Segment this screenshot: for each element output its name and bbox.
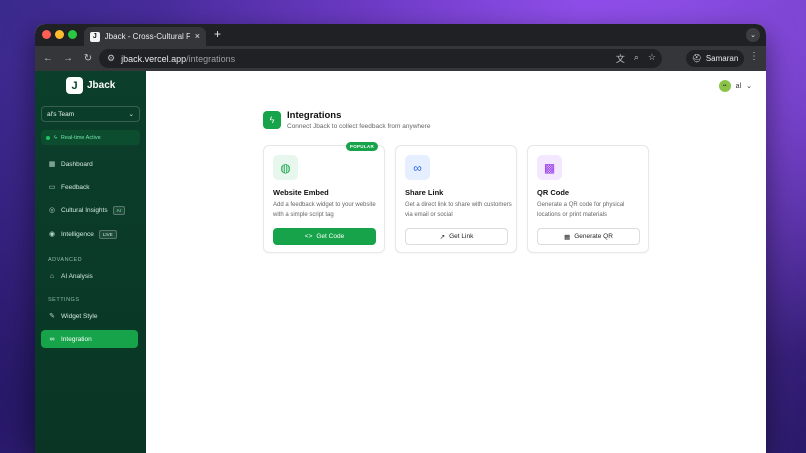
sidebar-item-widget-style[interactable]: ✎ Widget Style [41, 307, 138, 325]
sidebar-item-label: AI Analysis [61, 272, 93, 280]
qr-code-icon: ▦ [564, 233, 571, 241]
tab-search-icon[interactable]: ⌄ [746, 28, 760, 42]
maximize-window-button[interactable] [68, 30, 77, 39]
profile-name: Samaran [705, 54, 739, 63]
translate-icon[interactable]: 文 [616, 52, 625, 65]
main-content: •• al ⌄ ϟ Integrations Connect Jback to … [146, 71, 766, 453]
realtime-status: ϟ Real-time Active [41, 130, 140, 145]
browser-menu-icon[interactable]: ⋮ [749, 51, 759, 62]
user-name: al [735, 82, 742, 90]
get-code-button[interactable]: <> Get Code [273, 228, 376, 245]
bookmark-star-icon[interactable]: ☆ [648, 52, 656, 65]
pulse-icon: ϟ [54, 134, 57, 141]
ai-badge: AI [112, 205, 125, 215]
get-link-button[interactable]: ↗ Get Link [405, 228, 508, 245]
address-bar[interactable]: ⚙ jback.vercel.app/integrations 文 ⌕ ☆ [99, 49, 662, 68]
section-label-settings: SETTINGS [48, 297, 80, 303]
realtime-label: Real-time Active [60, 134, 101, 141]
qr-code-icon: ▩ [537, 155, 562, 180]
forward-icon[interactable]: → [61, 53, 75, 64]
site-info-icon[interactable]: ⚙ [107, 53, 115, 64]
page-title: Integrations [287, 110, 342, 121]
link-icon: ∞ [405, 155, 430, 180]
code-icon: <> [304, 233, 313, 240]
robot-icon: ⌂ [49, 272, 55, 280]
popular-badge: POPULAR [345, 142, 378, 151]
sidebar-item-label: Widget Style [61, 312, 98, 320]
chevron-down-icon: ⌄ [128, 111, 134, 118]
card-title: Share Link [405, 188, 444, 197]
globe-icon: ◍ [273, 155, 298, 180]
page-header: ϟ Integrations Connect Jback to collect … [263, 110, 430, 130]
card-title: Website Embed [273, 188, 329, 197]
incognito-icon: ⛑ [691, 54, 702, 63]
status-dot [46, 135, 50, 140]
app-container: J Jback al's Team ⌄ ϟ Real-time Active ▦… [35, 71, 766, 453]
card-description: Get a direct link to share with customer… [405, 202, 512, 218]
page-subtitle: Connect Jback to collect feedback from a… [287, 123, 431, 130]
sidebar-item-ai-analysis[interactable]: ⌂ AI Analysis [41, 267, 138, 285]
minimize-window-button[interactable] [55, 30, 64, 39]
palette-icon: ✎ [49, 313, 55, 320]
tab-title: Jback - Cross-Cultural Feedb [104, 32, 190, 41]
sidebar-item-dashboard[interactable]: ▦ Dashboard [41, 155, 138, 173]
browser-tab[interactable]: J Jback - Cross-Cultural Feedb × [84, 27, 206, 46]
generate-qr-button[interactable]: ▦ Generate QR [537, 228, 640, 245]
card-description: Generate a QR code for physical location… [537, 202, 625, 218]
button-label: Get Link [449, 233, 474, 240]
target-icon: ◉ [48, 231, 56, 238]
link-icon: ∞ [49, 335, 55, 343]
brand-logo: J [66, 77, 83, 94]
profile-button[interactable]: ⛑ Samaran [686, 50, 744, 67]
integration-card-share-link: ∞ Share Link Get a direct link to share … [395, 145, 517, 253]
browser-window: J Jback - Cross-Cultural Feedb × + ⌄ ← →… [35, 24, 766, 453]
new-tab-button[interactable]: + [214, 28, 221, 40]
card-title: QR Code [537, 188, 570, 197]
button-label: Generate QR [574, 233, 613, 240]
sidebar-item-label: Cultural Insights [61, 206, 108, 214]
sidebar-item-cultural-insights[interactable]: ◎ Cultural Insights AI [41, 201, 138, 219]
user-menu[interactable]: •• al ⌄ [718, 80, 752, 92]
sidebar-item-label: Dashboard [61, 160, 93, 168]
sidebar-item-label: Feedback [61, 183, 90, 191]
lightning-icon: ϟ [263, 111, 281, 129]
sidebar-item-integration[interactable]: ∞ Integration [41, 330, 138, 348]
chat-icon: ▭ [48, 184, 56, 191]
sidebar-item-label: Integration [61, 335, 92, 343]
integration-card-website-embed: POPULAR ◍ Website Embed Add a feedback w… [263, 142, 385, 253]
close-window-button[interactable] [42, 30, 51, 39]
sidebar: J Jback al's Team ⌄ ϟ Real-time Active ▦… [35, 71, 146, 453]
button-label: Get Code [316, 233, 345, 240]
grid-icon: ▦ [48, 161, 56, 168]
team-selector[interactable]: al's Team ⌄ [41, 106, 140, 122]
sidebar-item-label: Intelligence [61, 230, 94, 238]
section-label-advanced: ADVANCED [48, 257, 83, 263]
globe-icon: ◎ [48, 207, 56, 214]
brand-name: Jback [87, 80, 116, 91]
avatar: •• [718, 80, 731, 92]
sidebar-item-intelligence[interactable]: ◉ Intelligence LIVE [41, 225, 138, 243]
live-badge: LIVE [98, 229, 117, 239]
tab-favicon: J [90, 31, 100, 42]
tab-close-icon[interactable]: × [195, 32, 200, 41]
chevron-down-icon: ⌄ [746, 83, 752, 90]
zoom-icon[interactable]: ⌕ [634, 52, 639, 65]
team-name: al's Team [47, 110, 75, 118]
card-description: Add a feedback widget to your website wi… [273, 202, 376, 218]
integration-card-qr-code: ▩ QR Code Generate a QR code for physica… [527, 145, 649, 253]
tab-bar: J Jback - Cross-Cultural Feedb × + ⌄ [35, 24, 766, 46]
browser-toolbar: ← → ↻ ⚙ jback.vercel.app/integrations 文 … [35, 46, 766, 71]
reload-icon[interactable]: ↻ [81, 53, 95, 64]
external-link-icon: ↗ [439, 233, 446, 241]
back-icon[interactable]: ← [41, 53, 55, 64]
sidebar-item-feedback[interactable]: ▭ Feedback [41, 178, 138, 196]
url-text: jback.vercel.app/integrations [121, 53, 236, 64]
brand[interactable]: J Jback [66, 77, 115, 94]
